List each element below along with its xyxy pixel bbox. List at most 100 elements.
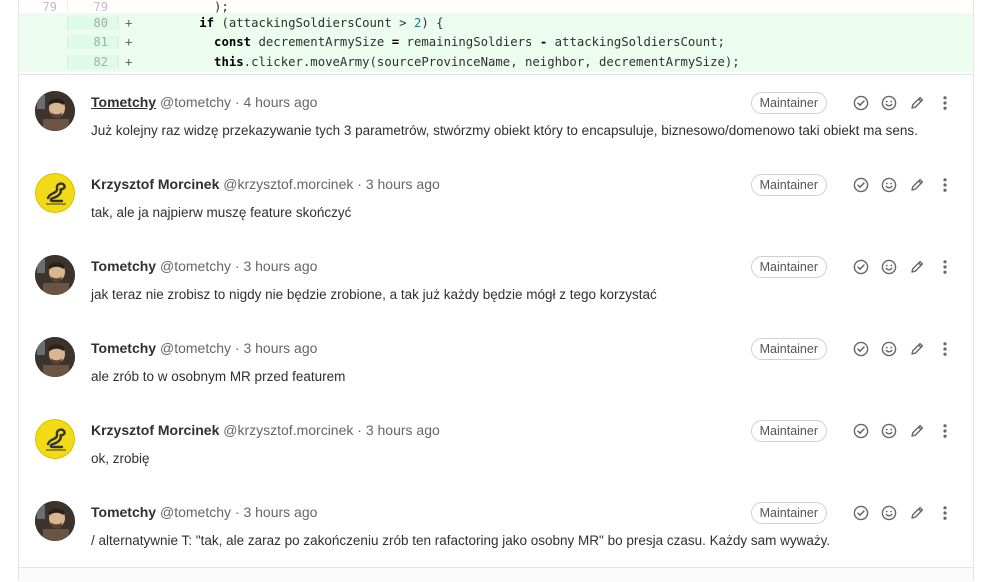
discussion-note: Tometchy @tometchy · 3 hours ago Maintain…	[19, 239, 973, 321]
note-header: Krzysztof Morcinek @krzysztof.morcinek ·…	[91, 176, 440, 193]
separator-dot: ·	[231, 258, 244, 274]
discussion-note: Krzysztof Morcinek @krzysztof.morcinek ·…	[19, 157, 973, 239]
note-body: jak teraz nie zrobisz to nigdy nie będzi…	[91, 287, 657, 302]
new-line-number[interactable]: 80	[67, 15, 118, 30]
note-timestamp[interactable]: 3 hours ago	[243, 504, 317, 520]
diff-sign: +	[118, 54, 140, 69]
kebab-icon[interactable]	[937, 177, 953, 193]
author-handle[interactable]: @tometchy	[160, 340, 231, 356]
avatar[interactable]	[35, 501, 75, 541]
diff-line: 82 + this.clicker.moveArmy(sourceProvince…	[19, 52, 973, 72]
role-badge: Maintainer	[750, 338, 827, 360]
diff-line: 79 79 );	[19, 0, 973, 13]
discussion-note: Tometchy @tometchy · 3 hours ago Maintain…	[19, 321, 973, 403]
check-circle-icon[interactable]	[853, 259, 869, 275]
check-circle-icon[interactable]	[853, 177, 869, 193]
reply-area-edge	[19, 567, 973, 582]
note-header: Tometchy @tometchy · 3 hours ago	[91, 504, 317, 521]
pencil-icon[interactable]	[909, 423, 925, 439]
smiley-icon[interactable]	[881, 505, 897, 521]
author-name[interactable]: Tometchy	[91, 340, 156, 356]
code-content: if (attackingSoldiersCount > 2) {	[140, 15, 444, 30]
avatar[interactable]	[35, 173, 75, 213]
smiley-icon[interactable]	[881, 177, 897, 193]
note-actions: Maintainer	[750, 502, 953, 524]
author-name[interactable]: Krzysztof Morcinek	[91, 176, 219, 192]
code-token: attackingSoldiersCount;	[547, 35, 725, 50]
author-handle[interactable]: @tometchy	[160, 504, 231, 520]
role-badge: Maintainer	[750, 502, 827, 524]
note-body: Już kolejny raz widzę przekazywanie tych…	[91, 123, 918, 138]
check-circle-icon[interactable]	[853, 95, 869, 111]
code-token: decrementArmySize	[251, 35, 392, 50]
new-line-number[interactable]: 81	[67, 35, 118, 50]
note-header: Tometchy @tometchy · 3 hours ago	[91, 258, 317, 275]
note-header: Krzysztof Morcinek @krzysztof.morcinek ·…	[91, 422, 440, 439]
merge-request-discussion: 79 79 ); 80 + if (attackingSoldiersCount > …	[18, 0, 974, 582]
diff-hunk: 79 79 ); 80 + if (attackingSoldiersCount > …	[19, 0, 973, 72]
kebab-icon[interactable]	[937, 423, 953, 439]
role-badge: Maintainer	[750, 420, 827, 442]
note-timestamp[interactable]: 3 hours ago	[243, 258, 317, 274]
author-handle[interactable]: @krzysztof.morcinek	[223, 176, 353, 192]
note-body: tak, ale ja najpierw muszę feature skońc…	[91, 205, 352, 220]
code-token: ) {	[421, 15, 444, 30]
author-handle[interactable]: @tometchy	[160, 94, 231, 110]
pencil-icon[interactable]	[909, 341, 925, 357]
separator-dot: ·	[231, 340, 244, 356]
discussion-note: Tometchy @tometchy · 3 hours ago Maintain…	[19, 485, 973, 567]
kebab-icon[interactable]	[937, 95, 953, 111]
check-circle-icon[interactable]	[853, 341, 869, 357]
kebab-icon[interactable]	[937, 505, 953, 521]
code-content: this.clicker.moveArmy(sourceProvinceName…	[140, 55, 740, 69]
new-line-number[interactable]: 79	[67, 0, 118, 13]
check-circle-icon[interactable]	[853, 423, 869, 439]
author-handle[interactable]: @tometchy	[160, 258, 231, 274]
pencil-icon[interactable]	[909, 95, 925, 111]
author-name[interactable]: Tometchy	[91, 258, 156, 274]
pencil-icon[interactable]	[909, 177, 925, 193]
avatar[interactable]	[35, 255, 75, 295]
new-line-number[interactable]: 82	[67, 54, 118, 69]
pencil-icon[interactable]	[909, 505, 925, 521]
author-name[interactable]: Tometchy	[91, 504, 156, 520]
author-name[interactable]: Krzysztof Morcinek	[91, 422, 219, 438]
diff-line: 81 + const decrementArmySize = remainingS…	[19, 32, 973, 52]
code-token: remainingSoldiers	[399, 35, 540, 50]
note-actions: Maintainer	[750, 338, 953, 360]
note-actions: Maintainer	[750, 420, 953, 442]
note-actions: Maintainer	[750, 92, 953, 114]
diff-sign: +	[118, 35, 140, 50]
avatar[interactable]	[35, 419, 75, 459]
kebab-icon[interactable]	[937, 259, 953, 275]
separator-dot: ·	[353, 422, 366, 438]
author-name[interactable]: Tometchy	[91, 94, 156, 110]
author-handle[interactable]: @krzysztof.morcinek	[223, 422, 353, 438]
smiley-icon[interactable]	[881, 259, 897, 275]
code-content: const decrementArmySize = remainingSoldi…	[140, 35, 725, 49]
note-timestamp[interactable]: 4 hours ago	[243, 94, 317, 110]
avatar[interactable]	[35, 91, 75, 131]
note-actions: Maintainer	[750, 256, 953, 278]
separator-dot: ·	[231, 504, 244, 520]
kebab-icon[interactable]	[937, 341, 953, 357]
smiley-icon[interactable]	[881, 423, 897, 439]
code-token: const	[214, 35, 252, 50]
smiley-icon[interactable]	[881, 95, 897, 111]
note-timestamp[interactable]: 3 hours ago	[366, 422, 440, 438]
note-timestamp[interactable]: 3 hours ago	[243, 340, 317, 356]
separator-dot: ·	[231, 94, 244, 110]
note-timestamp[interactable]: 3 hours ago	[366, 176, 440, 192]
role-badge: Maintainer	[750, 174, 827, 196]
avatar[interactable]	[35, 337, 75, 377]
old-line-number[interactable]: 79	[19, 0, 67, 13]
role-badge: Maintainer	[750, 256, 827, 278]
code-token: .clicker.moveArmy(sourceProvinceName, ne…	[243, 54, 740, 69]
code-token: if	[199, 15, 215, 30]
note-header: Tometchy @tometchy · 4 hours ago	[91, 94, 317, 111]
pencil-icon[interactable]	[909, 259, 925, 275]
smiley-icon[interactable]	[881, 341, 897, 357]
check-circle-icon[interactable]	[853, 505, 869, 521]
note-body: / alternatywnie T: "tak, ale zaraz po za…	[91, 533, 831, 548]
